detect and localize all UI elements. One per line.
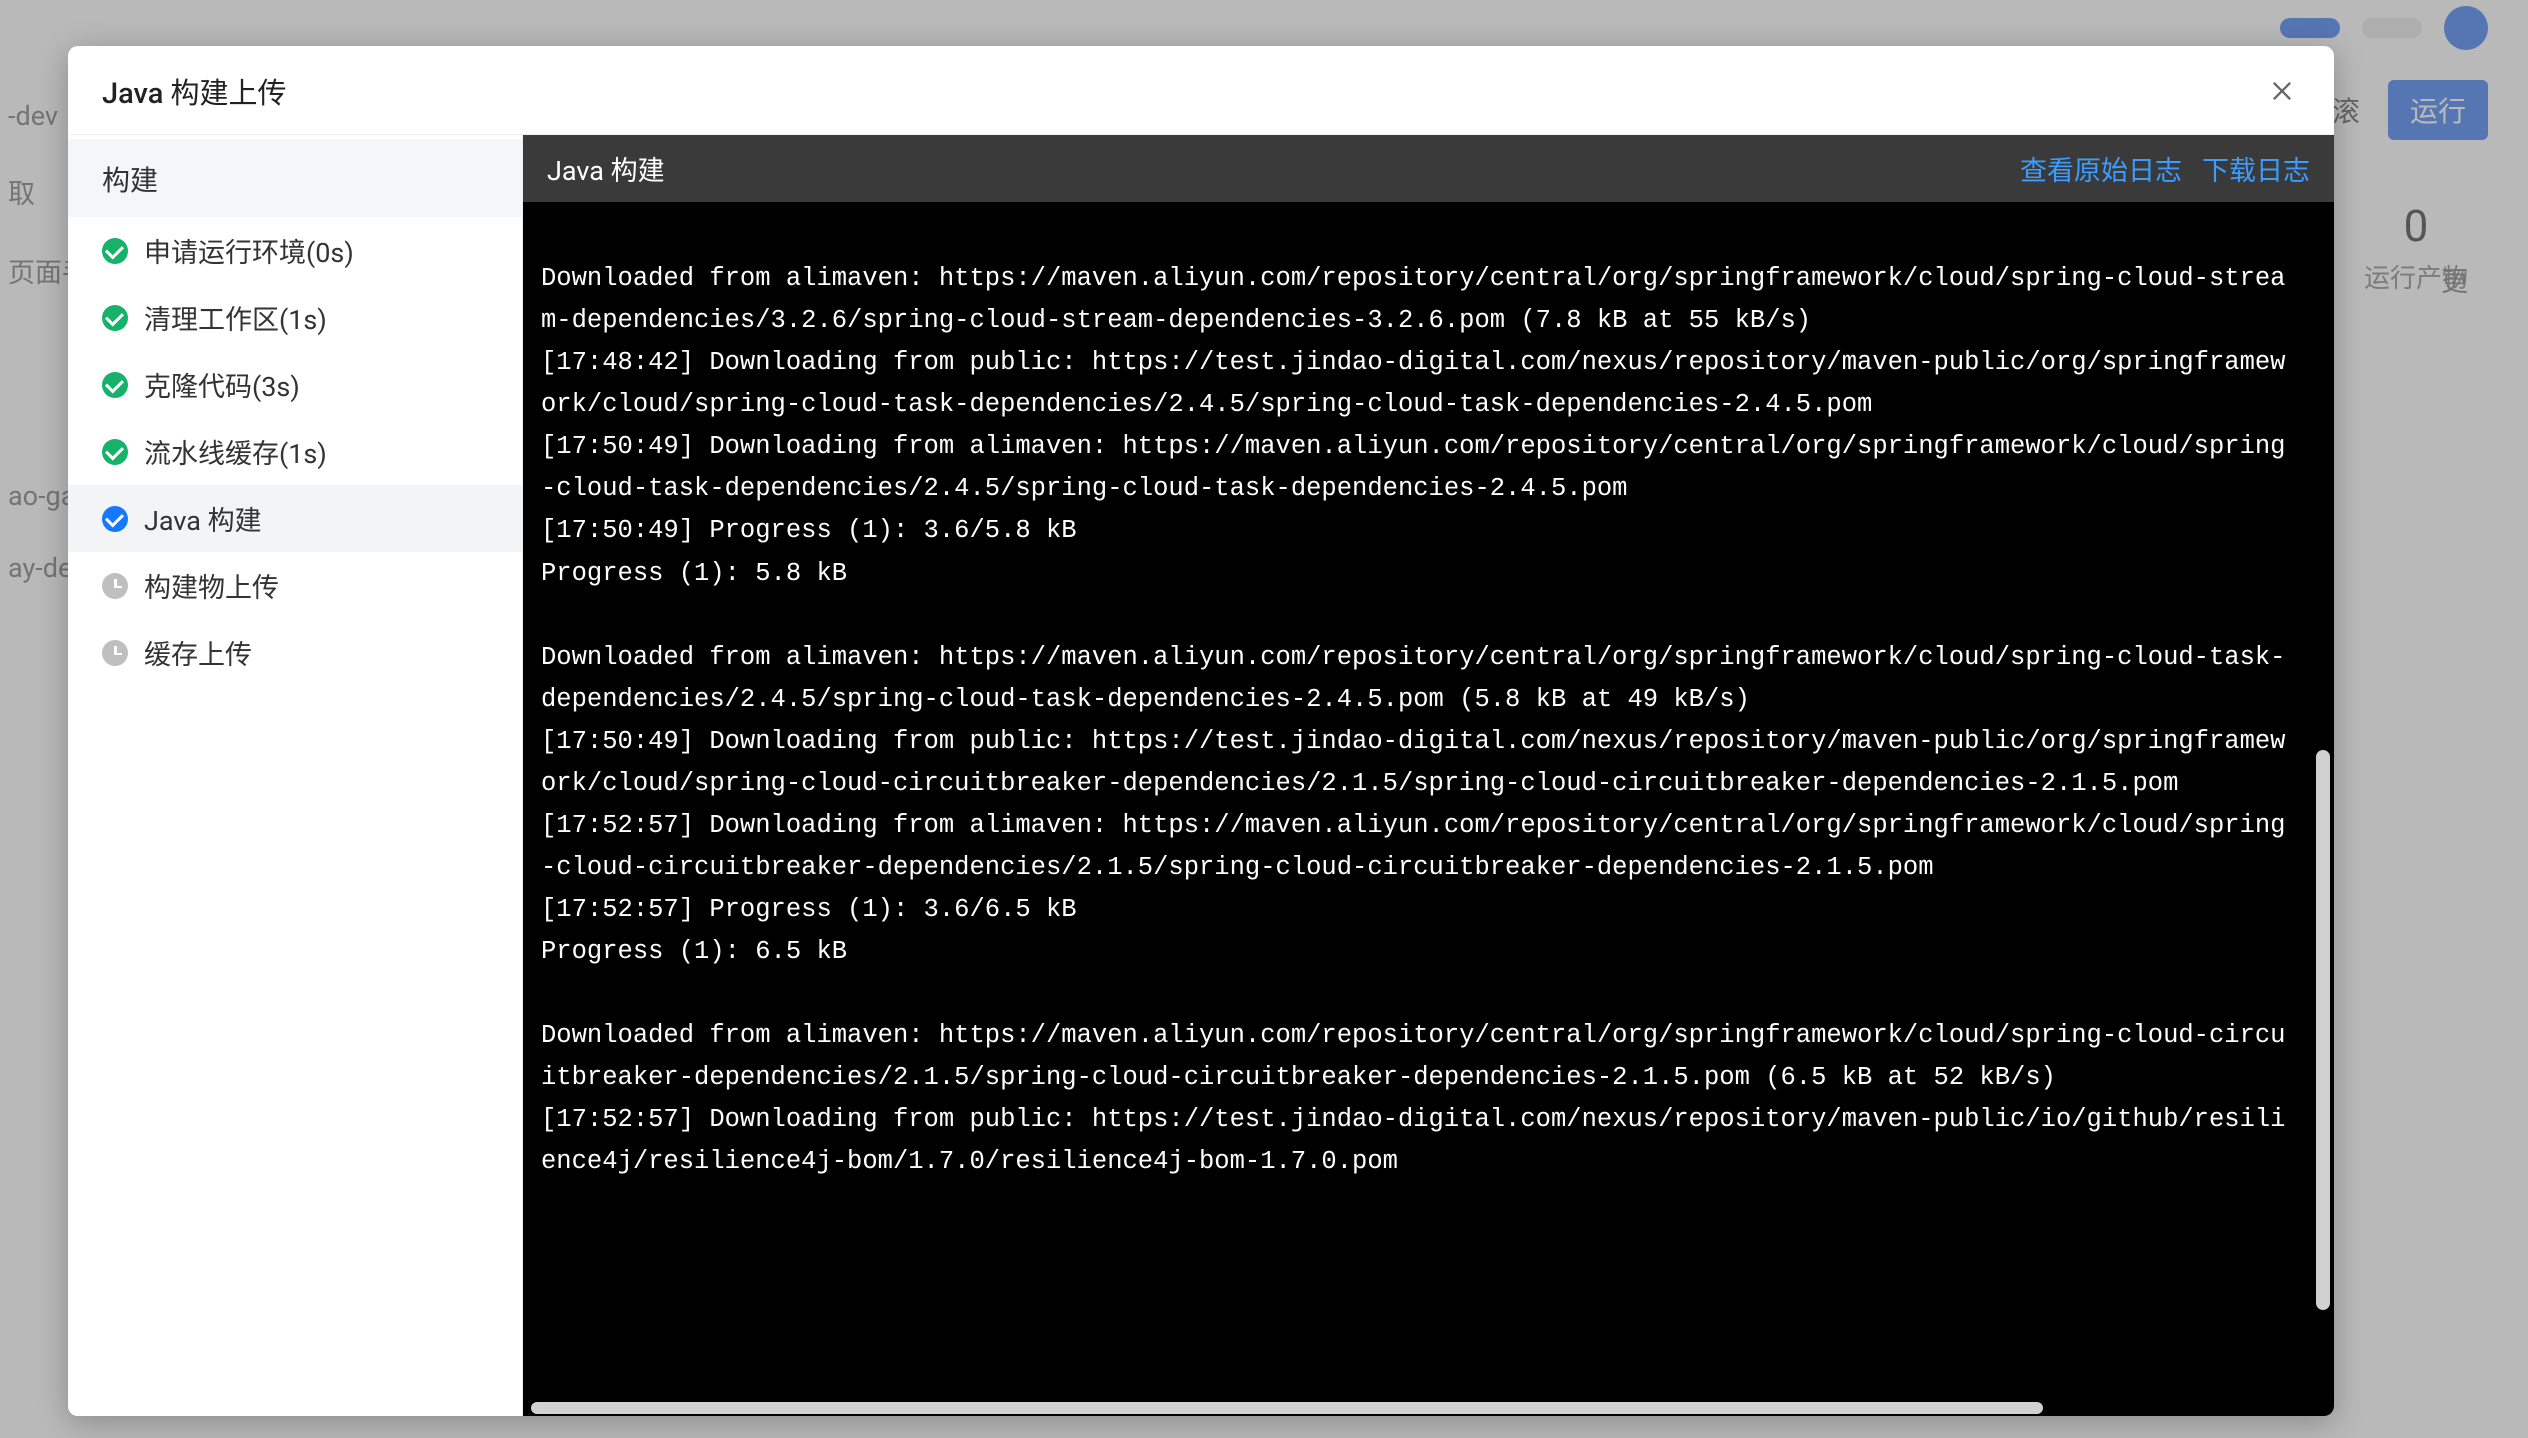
step-clean-workspace[interactable]: 清理工作区(1s) [68, 284, 522, 351]
success-icon [102, 439, 128, 465]
step-cache-upload[interactable]: 缓存上传 [68, 619, 522, 686]
vertical-scrollbar-thumb[interactable] [2316, 750, 2330, 1310]
pending-icon [102, 573, 128, 599]
build-steps-sidebar: 构建 申请运行环境(0s) 清理工作区(1s) 克隆代码(3s) 流水线缓存(1… [68, 135, 523, 1416]
log-output[interactable]: Downloaded from alimaven: https://maven.… [523, 202, 2310, 1402]
sidebar-section-title: 构建 [68, 139, 522, 217]
step-label: 缓存上传 [144, 633, 252, 672]
log-panel: Java 构建 查看原始日志 下载日志 Downloaded from alim… [523, 135, 2334, 1416]
step-label: Java 构建 [144, 499, 262, 538]
success-icon [102, 305, 128, 331]
success-icon [102, 238, 128, 264]
vertical-scrollbar[interactable] [2314, 202, 2330, 1402]
log-panel-title: Java 构建 [547, 149, 665, 188]
modal-header: Java 构建上传 [68, 46, 2334, 135]
close-icon [2268, 77, 2296, 105]
modal-title: Java 构建上传 [102, 70, 287, 112]
step-artifact-upload[interactable]: 构建物上传 [68, 552, 522, 619]
step-label: 清理工作区(1s) [144, 298, 327, 337]
build-log-modal: Java 构建上传 构建 申请运行环境(0s) 清理工作区(1s) 克隆代码(3… [68, 46, 2334, 1416]
step-label: 构建物上传 [144, 566, 279, 605]
step-label: 申请运行环境(0s) [144, 231, 354, 270]
log-header: Java 构建 查看原始日志 下载日志 [523, 135, 2334, 202]
pending-icon [102, 640, 128, 666]
success-icon [102, 372, 128, 398]
horizontal-scrollbar-thumb[interactable] [531, 1402, 2043, 1414]
running-icon [102, 506, 128, 532]
step-request-env[interactable]: 申请运行环境(0s) [68, 217, 522, 284]
step-java-build[interactable]: Java 构建 [68, 485, 522, 552]
close-button[interactable] [2264, 73, 2300, 109]
horizontal-scrollbar[interactable] [531, 1400, 2310, 1416]
step-label: 流水线缓存(1s) [144, 432, 327, 471]
step-clone-code[interactable]: 克隆代码(3s) [68, 351, 522, 418]
step-pipeline-cache[interactable]: 流水线缓存(1s) [68, 418, 522, 485]
download-log-link[interactable]: 下载日志 [2202, 149, 2310, 188]
view-raw-log-link[interactable]: 查看原始日志 [2020, 149, 2182, 188]
step-label: 克隆代码(3s) [144, 365, 300, 404]
